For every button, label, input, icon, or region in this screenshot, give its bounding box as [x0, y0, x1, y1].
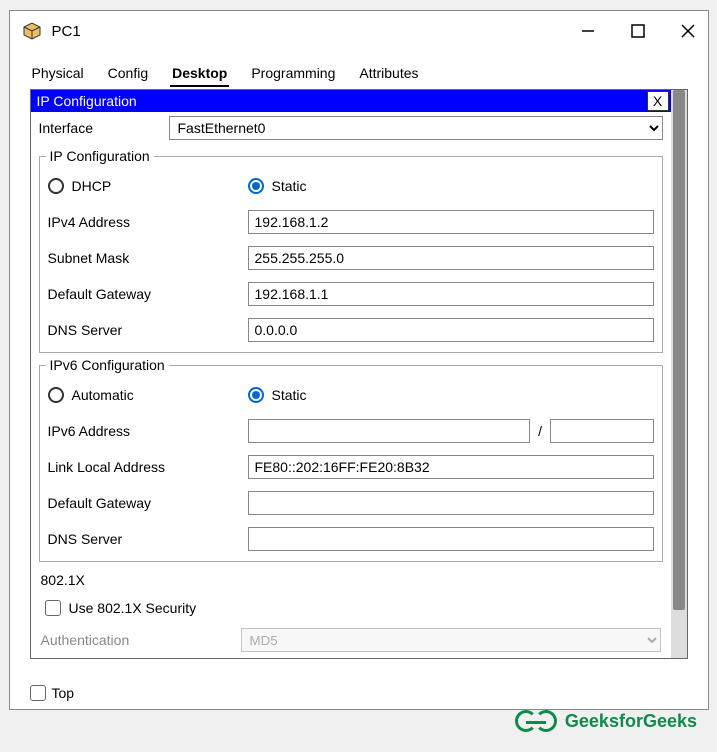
use-8021x-row[interactable]: Use 802.1X Security [31, 594, 671, 622]
ipv6-prefix-input[interactable] [550, 419, 654, 443]
ipv6-address-input[interactable] [248, 419, 531, 443]
ipv6-static-radio[interactable]: Static [248, 387, 448, 403]
authentication-select[interactable]: MD5 [241, 628, 661, 652]
interface-row: Interface FastEthernet0 [31, 112, 671, 144]
ipv4-dns-input[interactable] [248, 318, 654, 342]
interface-label: Interface [39, 120, 169, 136]
tab-desktop[interactable]: Desktop [170, 61, 229, 87]
subnet-mask-label: Subnet Mask [48, 250, 248, 266]
content-area: IP Configuration X Interface FastEtherne… [30, 89, 688, 659]
dhcp-label: DHCP [72, 178, 112, 194]
use-8021x-label: Use 802.1X Security [69, 600, 197, 616]
tab-programming[interactable]: Programming [249, 61, 337, 87]
ipv4-dns-label: DNS Server [48, 322, 248, 338]
close-button[interactable] [678, 21, 698, 41]
ipv4-address-input[interactable] [248, 210, 654, 234]
maximize-button[interactable] [628, 21, 648, 41]
panel-header: IP Configuration X [31, 90, 671, 112]
ipv6-gateway-input[interactable] [248, 491, 654, 515]
app-icon [20, 19, 44, 43]
ipv4-gateway-input[interactable] [248, 282, 654, 306]
ipv6-dns-label: DNS Server [48, 531, 248, 547]
prefix-separator: / [538, 423, 542, 439]
dot1x-section-label: 802.1X [31, 566, 671, 594]
ipv4-address-label: IPv4 Address [48, 214, 248, 230]
watermark: GeeksforGeeks [515, 710, 697, 732]
checkbox-icon [45, 600, 61, 616]
ipv6-gateway-label: Default Gateway [48, 495, 248, 511]
tab-physical[interactable]: Physical [30, 61, 86, 87]
scroll-thumb[interactable] [673, 90, 685, 610]
ipv6-auto-radio[interactable]: Automatic [48, 387, 248, 403]
ipv6-fieldset: IPv6 Configuration Automatic Static IPv6… [39, 357, 663, 562]
ipv6-address-label: IPv6 Address [48, 423, 248, 439]
radio-icon-checked [248, 387, 264, 403]
ipv4-legend: IP Configuration [46, 148, 154, 164]
top-label: Top [52, 685, 75, 701]
interface-select[interactable]: FastEthernet0 [169, 116, 663, 140]
tab-config[interactable]: Config [106, 61, 150, 87]
ipv4-fieldset: IP Configuration DHCP Static IPv4 Addres… [39, 148, 663, 353]
panel-close-button[interactable]: X [647, 91, 669, 111]
window-controls [578, 21, 698, 41]
app-window: PC1 Physical Config Desktop Programming … [9, 10, 709, 710]
ipv4-dhcp-radio[interactable]: DHCP [48, 178, 248, 194]
link-local-label: Link Local Address [48, 459, 248, 475]
radio-icon [48, 178, 64, 194]
tab-bar: Physical Config Desktop Programming Attr… [10, 51, 708, 87]
authentication-label: Authentication [41, 632, 241, 648]
tab-attributes[interactable]: Attributes [357, 61, 420, 87]
minimize-button[interactable] [578, 21, 598, 41]
titlebar: PC1 [10, 11, 708, 51]
bottom-bar: Top [30, 685, 75, 701]
ipv6-static-label: Static [272, 387, 307, 403]
gg-logo-icon [515, 710, 557, 732]
link-local-input[interactable] [248, 455, 654, 479]
ipv6-dns-input[interactable] [248, 527, 654, 551]
panel-title: IP Configuration [37, 93, 137, 109]
static-label: Static [272, 178, 307, 194]
ipv4-static-radio[interactable]: Static [248, 178, 448, 194]
vertical-scrollbar[interactable] [671, 90, 687, 658]
auto-label: Automatic [72, 387, 134, 403]
radio-icon [48, 387, 64, 403]
ipv4-gateway-label: Default Gateway [48, 286, 248, 302]
radio-icon-checked [248, 178, 264, 194]
watermark-text: GeeksforGeeks [565, 711, 697, 732]
top-checkbox[interactable] [30, 685, 46, 701]
subnet-mask-input[interactable] [248, 246, 654, 270]
window-title: PC1 [52, 23, 81, 40]
ipv6-legend: IPv6 Configuration [46, 357, 169, 373]
